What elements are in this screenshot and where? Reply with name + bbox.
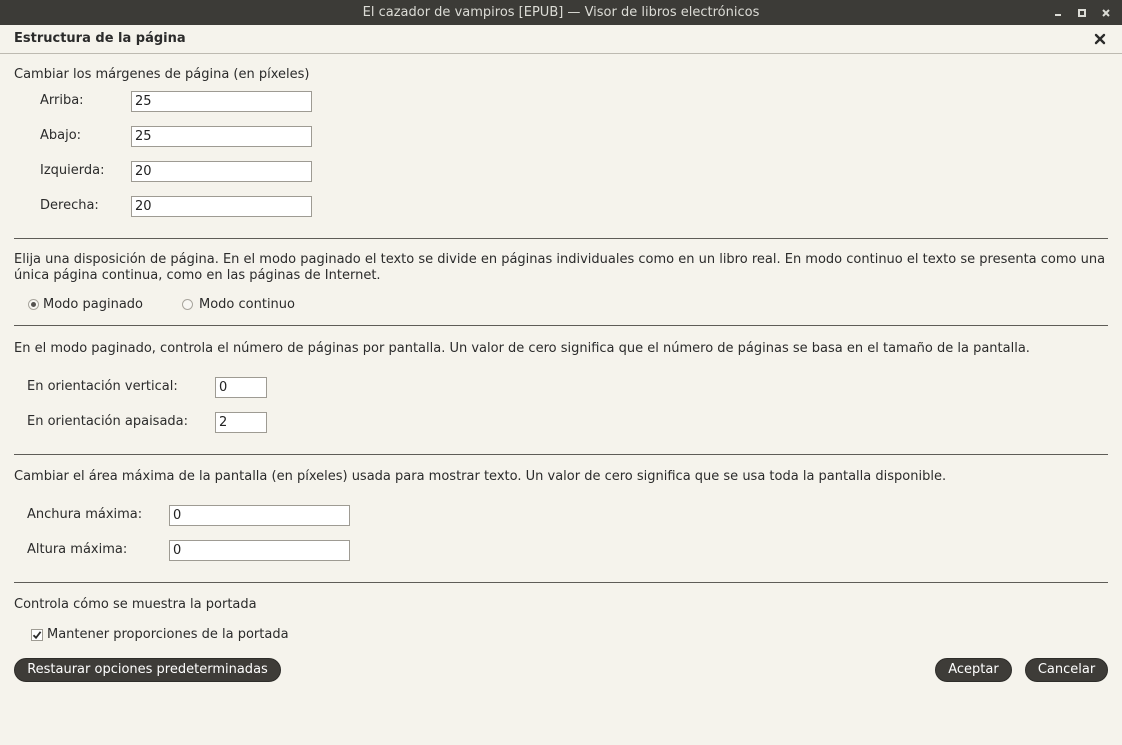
section-divider <box>14 582 1108 583</box>
max-width-input[interactable] <box>169 505 350 526</box>
max-height-label: Altura máxima: <box>27 542 128 557</box>
landscape-pages-input[interactable] <box>215 412 267 433</box>
minimize-icon[interactable] <box>1046 0 1070 25</box>
restore-defaults-button[interactable]: Restaurar opciones predeterminadas <box>14 658 281 682</box>
max-area-description: Cambiar el área máxima de la pantalla (e… <box>14 469 947 484</box>
margin-bottom-input[interactable] <box>131 126 312 147</box>
margin-right-label: Derecha: <box>40 198 99 213</box>
margin-right-input[interactable] <box>131 196 312 217</box>
maximize-icon[interactable] <box>1070 0 1094 25</box>
window-close-icon[interactable] <box>1094 0 1118 25</box>
landscape-label: En orientación apaisada: <box>27 414 189 429</box>
dialog-close-icon[interactable] <box>1091 31 1109 47</box>
layout-description: Elija una disposición de página. En el m… <box>14 252 1106 283</box>
portrait-label: En orientación vertical: <box>27 379 178 394</box>
paged-mode-radio[interactable] <box>28 299 39 310</box>
max-width-label: Anchura máxima: <box>27 507 143 522</box>
ok-button[interactable]: Aceptar <box>935 658 1012 682</box>
margin-bottom-label: Abajo: <box>40 128 82 143</box>
margins-section-label: Cambiar los márgenes de página (en píxel… <box>14 67 310 82</box>
margin-top-input[interactable] <box>131 91 312 112</box>
window-titlebar: El cazador de vampiros [EPUB] — Visor de… <box>0 0 1122 25</box>
cancel-button[interactable]: Cancelar <box>1025 658 1108 682</box>
continuous-mode-radio[interactable] <box>182 299 193 310</box>
keep-aspect-label[interactable]: Mantener proporciones de la portada <box>47 627 289 642</box>
paged-mode-label[interactable]: Modo paginado <box>43 297 143 312</box>
continuous-mode-label[interactable]: Modo continuo <box>199 297 295 312</box>
section-divider <box>14 238 1108 239</box>
portrait-pages-input[interactable] <box>215 377 267 398</box>
section-divider <box>14 454 1108 455</box>
checkmark-icon <box>32 631 42 640</box>
dialog-heading: Estructura de la página <box>14 31 186 46</box>
cover-description: Controla cómo se muestra la portada <box>14 597 257 612</box>
margin-left-input[interactable] <box>131 161 312 182</box>
max-height-input[interactable] <box>169 540 350 561</box>
window-title: El cazador de vampiros [EPUB] — Visor de… <box>362 5 760 20</box>
margin-left-label: Izquierda: <box>40 163 105 178</box>
pages-per-screen-description: En el modo paginado, controla el número … <box>14 341 1030 356</box>
margin-top-label: Arriba: <box>40 93 84 108</box>
dialog-header: Estructura de la página <box>0 25 1122 54</box>
section-divider <box>14 325 1108 326</box>
keep-aspect-checkbox[interactable] <box>31 629 43 641</box>
